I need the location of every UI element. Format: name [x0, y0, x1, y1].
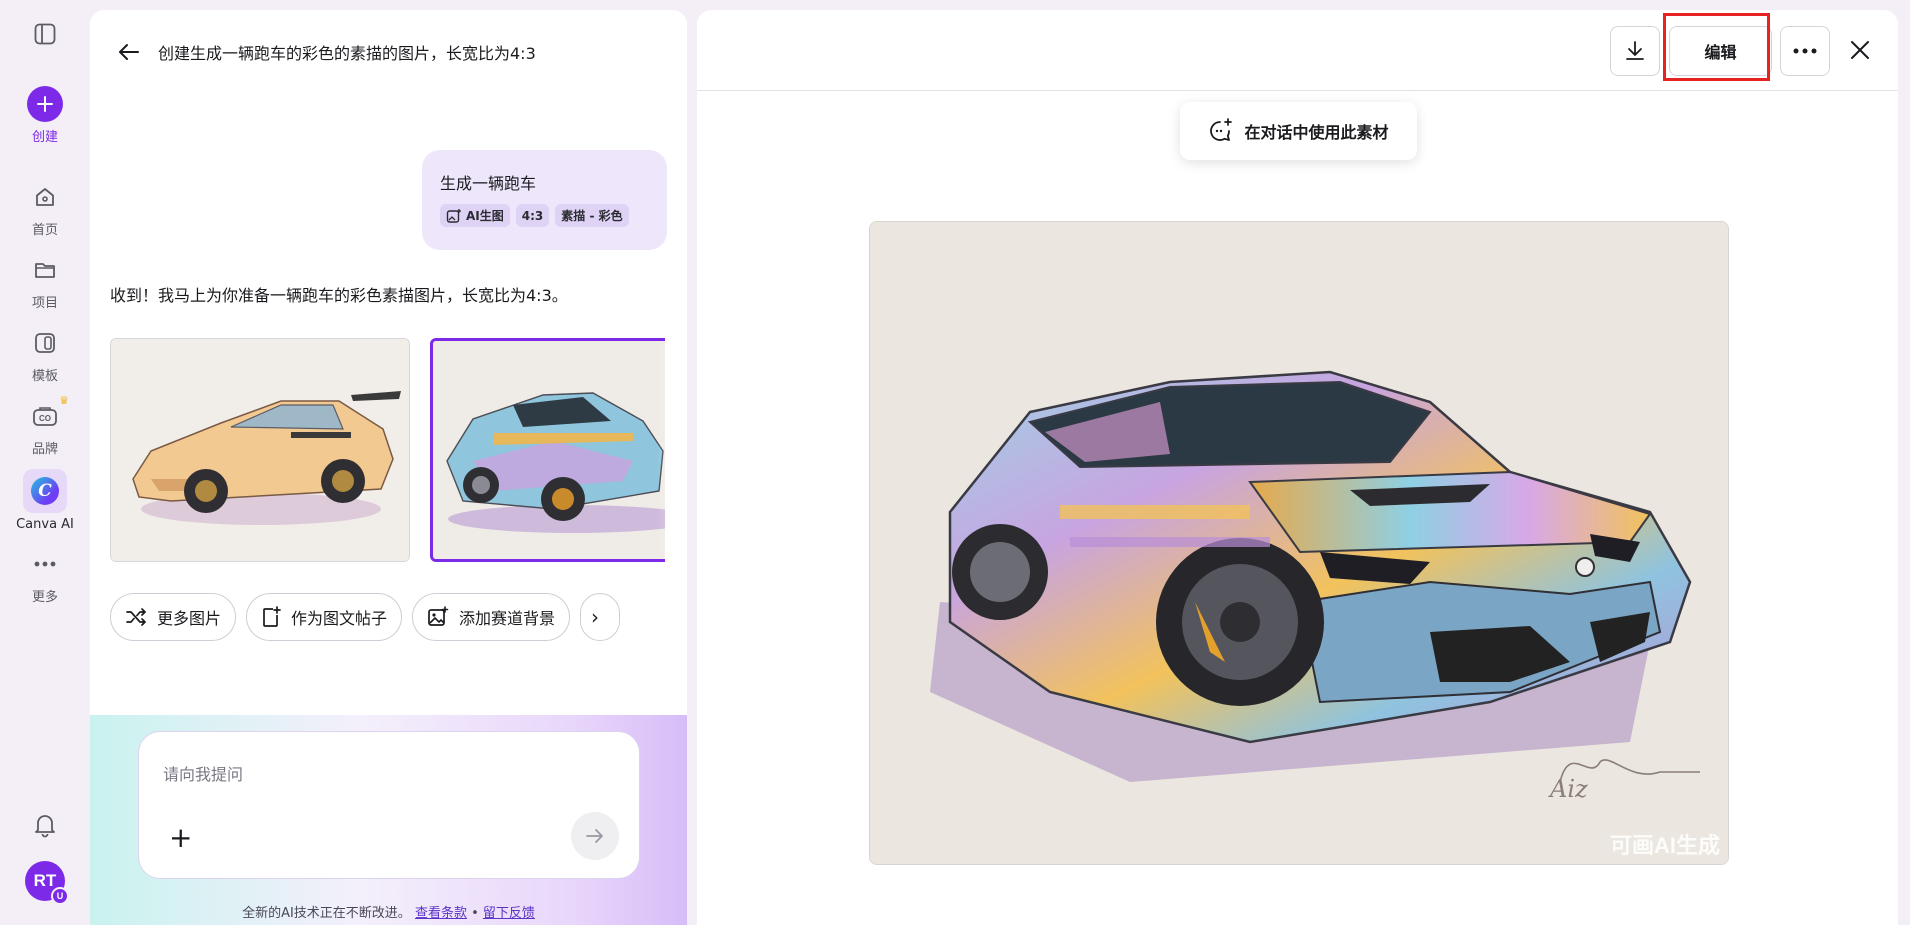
style-chip: 素描 - 彩色: [555, 204, 629, 227]
edit-highlight-box: [1663, 13, 1770, 81]
crown-icon: ♛: [59, 394, 69, 407]
terms-link[interactable]: 查看条款: [415, 906, 467, 921]
disclaimer: 全新的AI技术正在不断改进。 查看条款 • 留下反馈: [242, 906, 535, 921]
prompt-input[interactable]: [163, 760, 603, 788]
add-attachment-icon[interactable]: +: [169, 824, 192, 852]
user-message-bubble: 生成一辆跑车 AI生图 4:3 素描 - 彩色: [422, 150, 667, 250]
result-image-2-selected[interactable]: ›: [430, 338, 665, 562]
create-button[interactable]: 创建: [7, 86, 83, 145]
arrow-right-icon: [586, 829, 603, 843]
chevron-right-icon: ›: [591, 605, 600, 629]
download-icon: [1626, 41, 1644, 60]
generated-car-image: Aiz 可画AI生成: [869, 221, 1729, 865]
notifications-button[interactable]: [7, 807, 83, 843]
download-button[interactable]: [1610, 26, 1660, 76]
chat-header: 创建生成一辆跑车的彩色的素描的图片，长宽比为4:3: [118, 40, 536, 64]
message-tags: AI生图 4:3 素描 - 彩色: [440, 204, 649, 227]
watermark: 可画AI生成: [1609, 833, 1720, 858]
prompt-box: +: [138, 731, 640, 879]
sidebar-item-label: 更多: [31, 590, 58, 605]
sidebar-item-more[interactable]: 更多: [7, 546, 83, 605]
sidebar-item-label: 项目: [31, 296, 58, 311]
sidebar-toggle-icon[interactable]: [31, 20, 59, 48]
use-in-chat-button[interactable]: 在对话中使用此素材: [1180, 102, 1417, 160]
bell-icon: [27, 807, 63, 843]
canva-ai-icon: C: [23, 469, 67, 513]
chat-title: 创建生成一辆跑车的彩色的素描的图片，长宽比为4:3: [158, 44, 536, 63]
avatar[interactable]: RT U: [25, 861, 69, 905]
svg-text:CO: CO: [39, 414, 51, 423]
chat-sparkle-icon: [1210, 118, 1233, 141]
user-message: 生成一辆跑车: [440, 174, 537, 193]
template-icon: [27, 325, 63, 361]
sidebar-item-home[interactable]: 首页: [7, 179, 83, 238]
feedback-link[interactable]: 留下反馈: [483, 906, 535, 921]
image-results: ›: [110, 338, 665, 570]
back-arrow-icon[interactable]: [118, 40, 142, 64]
avatar-initials: RT: [33, 871, 57, 890]
create-label: 创建: [31, 130, 58, 145]
left-rail: 创建 首页 项目 模板 CO ♛ 品牌 C Canva AI 更多 RT U: [0, 0, 90, 925]
sidebar-item-label: Canva AI: [16, 517, 74, 532]
home-icon: [27, 179, 63, 215]
chat-panel: 创建生成一辆跑车的彩色的素描的图片，长宽比为4:3 生成一辆跑车 AI生图 4:…: [90, 10, 687, 925]
result-image-1[interactable]: [110, 338, 410, 562]
ai-image-chip: AI生图: [440, 204, 510, 227]
more-icon: [27, 546, 63, 582]
add-post-icon: [263, 606, 281, 627]
more-images-button[interactable]: 更多图片: [110, 593, 237, 641]
close-icon: [1851, 41, 1869, 59]
assistant-reply: 收到！我马上为你准备一辆跑车的彩色素描图片，长宽比为4:3。: [110, 286, 568, 305]
more-options-button[interactable]: [1780, 26, 1830, 76]
aspect-ratio-chip: 4:3: [515, 204, 550, 227]
image-preview-panel: 编辑 在对话中使用此素材 Aiz 可画AI生成: [697, 10, 1898, 925]
add-track-background-button[interactable]: 添加赛道背景: [412, 593, 571, 641]
ellipsis-icon: [1793, 48, 1817, 54]
folder-icon: [27, 252, 63, 288]
actions-scroll-right-button[interactable]: ›: [580, 593, 621, 641]
send-button[interactable]: [571, 812, 619, 860]
artist-signature: Aiz: [1548, 775, 1588, 803]
close-button[interactable]: [1845, 35, 1875, 65]
image-add-icon: [428, 606, 449, 626]
brand-icon: CO ♛: [27, 394, 69, 434]
suggestion-actions: 更多图片 作为图文帖子 添加赛道背景 ›: [110, 593, 665, 643]
ai-image-icon: [446, 208, 461, 223]
avatar-badge: U: [51, 887, 69, 905]
sidebar-item-label: 首页: [31, 223, 58, 238]
plus-icon: [27, 86, 63, 122]
sidebar-item-brand[interactable]: CO ♛ 品牌: [7, 394, 83, 457]
sidebar-item-projects[interactable]: 项目: [7, 252, 83, 311]
shuffle-icon: [126, 608, 146, 626]
preview-toolbar: 编辑: [697, 10, 1898, 91]
sidebar-item-canva-ai[interactable]: C Canva AI: [7, 469, 83, 532]
sidebar-item-label: 模板: [31, 369, 58, 384]
post-button[interactable]: 作为图文帖子: [246, 593, 403, 641]
sidebar-item-templates[interactable]: 模板: [7, 325, 83, 384]
sidebar-item-label: 品牌: [31, 442, 58, 457]
